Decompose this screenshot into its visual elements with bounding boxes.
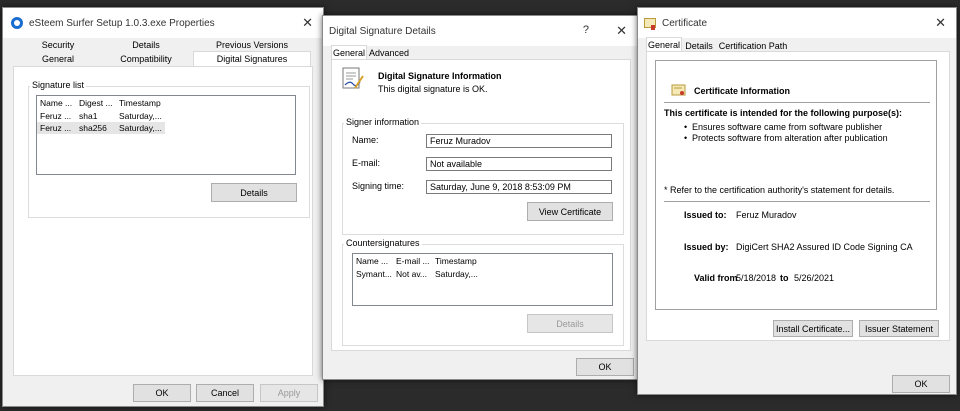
close-icon[interactable]: ✕ [616, 24, 627, 37]
details-tab-page: Digital Signature Information This digit… [331, 59, 631, 351]
purpose-bullet: • [684, 122, 688, 132]
cert-info-heading: Certificate Information [694, 86, 791, 96]
purpose-heading: This certificate is intended for the fol… [664, 108, 903, 118]
certificate-titlebar[interactable]: Certificate ✕ [638, 8, 956, 38]
valid-to-value: 5/26/2021 [794, 273, 835, 283]
email-label: E-mail: [352, 158, 381, 168]
ok-button[interactable]: OK [576, 358, 634, 376]
divider [664, 201, 930, 202]
row-digest: sha256 [79, 123, 107, 133]
signature-details-window: Digital Signature Details ? ✕ General Ad… [322, 15, 638, 380]
tab-digital-signatures[interactable]: Digital Signatures [193, 51, 311, 66]
issuer-statement-button[interactable]: Issuer Statement [859, 320, 939, 337]
row-timestamp: Saturday,... [119, 111, 162, 121]
issued-by-value: DigiCert SHA2 Assured ID Code Signing CA [736, 242, 913, 252]
cert-tab-page: Certificate Information This certificate… [646, 51, 950, 341]
tab-advanced[interactable]: Advanced [367, 46, 411, 60]
signature-list[interactable]: Name ... Digest ... Timestamp Feruz ... … [36, 95, 296, 175]
details-titlebar[interactable]: Digital Signature Details ? ✕ [323, 16, 637, 46]
tab-general[interactable]: General [15, 52, 101, 66]
column-header[interactable]: E-mail ... [396, 256, 430, 266]
app-icon [11, 17, 23, 29]
row-email: Not av... [396, 269, 428, 279]
view-certificate-button[interactable]: View Certificate [527, 202, 613, 221]
valid-from-value: 5/18/2018 [736, 273, 777, 283]
row-digest: sha1 [79, 111, 98, 121]
signer-group-label: Signer information [344, 117, 422, 127]
signing-time-field[interactable]: Saturday, June 9, 2018 8:53:09 PM [426, 180, 612, 194]
email-field[interactable]: Not available [426, 157, 612, 171]
help-icon[interactable]: ? [583, 24, 589, 36]
signature-document-icon [342, 67, 364, 89]
certificate-title: Certificate [662, 17, 708, 29]
signature-list-label: Signature list [30, 80, 87, 90]
name-field[interactable]: Feruz Muradov [426, 134, 612, 148]
tab-general[interactable]: General [646, 37, 682, 52]
certificate-icon [644, 18, 656, 30]
column-header[interactable]: Name ... [356, 256, 388, 266]
tab-previous-versions[interactable]: Previous Versions [193, 38, 311, 52]
column-header[interactable]: Name ... [40, 98, 72, 108]
column-header[interactable]: Timestamp [119, 98, 161, 108]
column-header[interactable]: Timestamp [435, 256, 477, 266]
issued-by-label: Issued by: [684, 242, 729, 252]
list-header: Name ... Digest ... Timestamp [37, 97, 295, 109]
details-title: Digital Signature Details [329, 25, 436, 37]
valid-to-label: to [780, 273, 789, 283]
row-name: Feruz ... [40, 123, 72, 133]
close-icon[interactable]: ✕ [935, 16, 946, 29]
list-header: Name ... E-mail ... Timestamp [353, 255, 612, 267]
name-label: Name: [352, 135, 379, 145]
signing-time-label: Signing time: [352, 181, 405, 191]
list-item[interactable]: Feruz ... sha256 Saturday,... [37, 122, 165, 134]
row-timestamp: Saturday,... [435, 269, 478, 279]
tab-page: Signature list Name ... Digest ... Times… [13, 66, 313, 376]
tab-details[interactable]: Details [103, 38, 189, 52]
list-item[interactable]: Symant... Not av... Saturday,... [353, 268, 612, 280]
close-icon[interactable]: ✕ [302, 16, 313, 29]
authority-note: * Refer to the certification authority's… [664, 185, 895, 195]
row-name: Feruz ... [40, 111, 72, 121]
cert-info-panel: Certificate Information This certificate… [655, 60, 937, 310]
purpose-bullet: • [684, 133, 688, 143]
tab-general[interactable]: General [331, 45, 367, 60]
countersignatures-list[interactable]: Name ... E-mail ... Timestamp Symant... … [352, 253, 613, 306]
ok-button[interactable]: OK [892, 375, 950, 393]
list-item[interactable]: Feruz ... sha1 Saturday,... [37, 110, 295, 122]
divider [664, 102, 930, 103]
ok-button[interactable]: OK [133, 384, 191, 402]
apply-button[interactable]: Apply [260, 384, 318, 402]
counter-details-button[interactable]: Details [527, 314, 613, 333]
countersignatures-label: Countersignatures [344, 238, 422, 248]
info-text: This digital signature is OK. [378, 84, 488, 94]
properties-window: eSteem Surfer Setup 1.0.3.exe Properties… [2, 7, 324, 407]
tab-security[interactable]: Security [15, 38, 101, 52]
row-timestamp: Saturday,... [119, 123, 162, 133]
issued-to-value: Feruz Muradov [736, 210, 797, 220]
issued-to-label: Issued to: [684, 210, 727, 220]
row-name: Symant... [356, 269, 392, 279]
info-heading: Digital Signature Information [378, 71, 502, 81]
properties-titlebar[interactable]: eSteem Surfer Setup 1.0.3.exe Properties… [3, 8, 323, 38]
details-button[interactable]: Details [211, 183, 297, 202]
tab-compatibility[interactable]: Compatibility [103, 52, 189, 66]
cancel-button[interactable]: Cancel [196, 384, 254, 402]
purpose-item: Protects software from alteration after … [692, 133, 888, 143]
certificate-icon [671, 84, 686, 96]
purpose-item: Ensures software came from software publ… [692, 122, 883, 132]
properties-title: eSteem Surfer Setup 1.0.3.exe Properties [29, 17, 215, 29]
install-certificate-button[interactable]: Install Certificate... [773, 320, 853, 337]
column-header[interactable]: Digest ... [79, 98, 113, 108]
certificate-window: Certificate ✕ General Details Certificat… [637, 7, 957, 395]
valid-from-label: Valid from [694, 273, 738, 283]
